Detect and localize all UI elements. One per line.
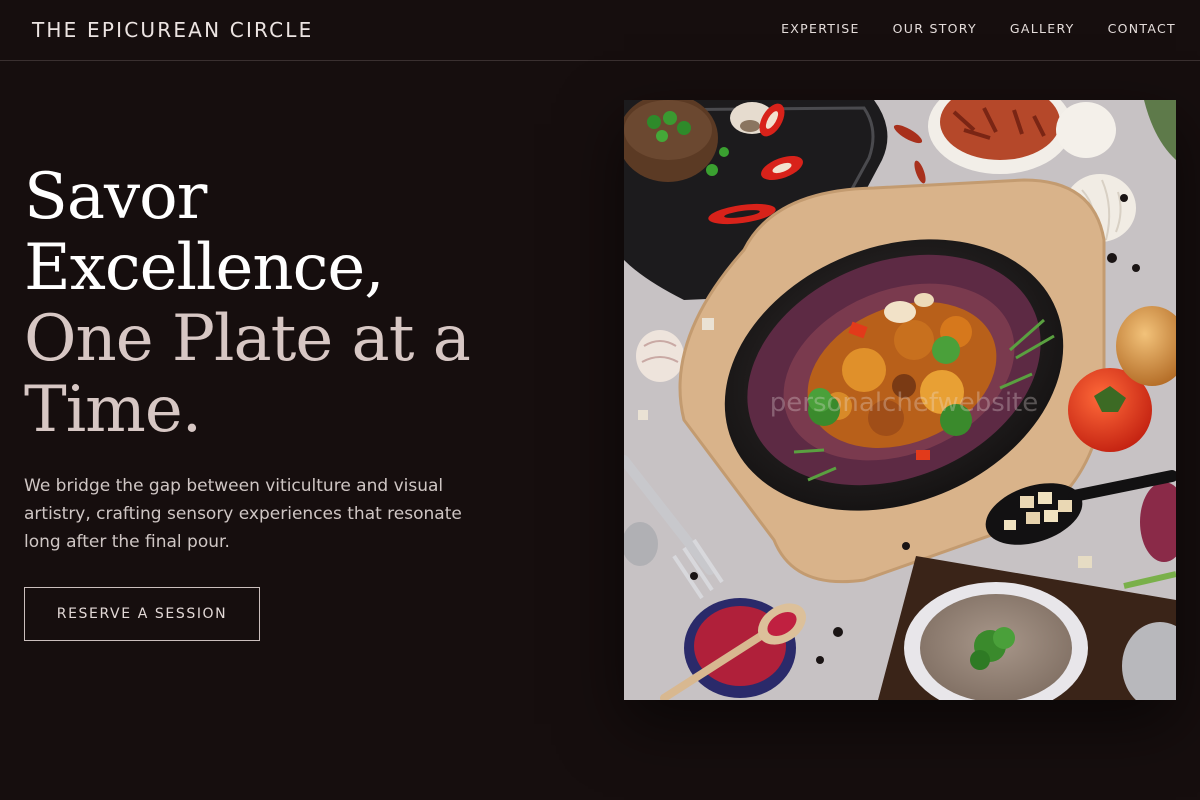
nav-link-contact[interactable]: CONTACT bbox=[1108, 21, 1176, 36]
nav-link-gallery[interactable]: GALLERY bbox=[1010, 21, 1075, 36]
hero-title-line1: Savor Excellence, bbox=[24, 160, 385, 305]
food-photo-illustration bbox=[624, 100, 1176, 700]
hero-food-image: personalchefwebsite bbox=[624, 100, 1176, 700]
reserve-session-button[interactable]: RESERVE A SESSION bbox=[24, 587, 260, 641]
hero-title: Savor Excellence, One Plate at a Time. bbox=[24, 162, 544, 446]
hero-description: We bridge the gap between viticulture an… bbox=[24, 476, 462, 552]
nav-link-our-story[interactable]: OUR STORY bbox=[893, 21, 977, 36]
top-navigation: THE EPICUREAN CIRCLE EXPERTISE OUR STORY… bbox=[0, 0, 1200, 61]
hero-title-line2: One Plate at a Time. bbox=[24, 302, 471, 447]
main-nav: EXPERTISE OUR STORY GALLERY CONTACT bbox=[781, 21, 1176, 36]
nav-link-expertise[interactable]: EXPERTISE bbox=[781, 21, 860, 36]
brand-logo[interactable]: THE EPICUREAN CIRCLE bbox=[32, 18, 314, 42]
